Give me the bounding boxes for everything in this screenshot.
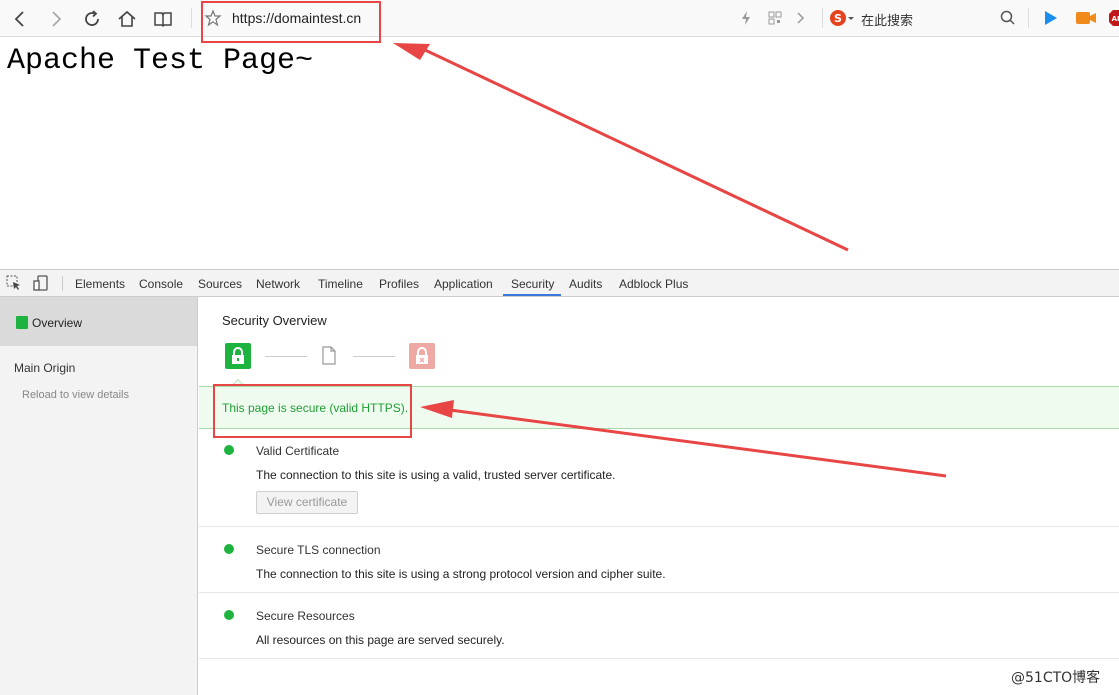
devtools-panel: Elements Console Sources Network Timelin… [0, 269, 1119, 695]
overview-title: Security Overview [222, 313, 327, 328]
adblock-icon[interactable]: AB [1109, 9, 1119, 27]
book-icon [154, 12, 172, 28]
home-button[interactable] [114, 6, 140, 32]
tab-profiles[interactable]: Profiles [379, 277, 419, 291]
secure-lock-icon [225, 343, 251, 369]
forward-button[interactable] [43, 6, 69, 32]
sidebar-item-overview[interactable]: Overview [0, 297, 197, 346]
tab-console[interactable]: Console [139, 277, 183, 291]
search-divider [822, 8, 823, 28]
sidebar-item-label: Overview [32, 316, 83, 330]
tab-timeline[interactable]: Timeline [318, 277, 363, 291]
item-description: The connection to this site is using a s… [256, 567, 666, 581]
search-input[interactable]: 在此搜索 [861, 10, 913, 29]
item-title: Valid Certificate [256, 444, 340, 458]
security-item-resources: Secure Resources All resources on this p… [199, 593, 1119, 659]
connector-line [265, 356, 307, 357]
camera-icon[interactable] [1075, 9, 1097, 27]
connector-line [353, 356, 395, 357]
security-item-tls: Secure TLS connection The connection to … [199, 527, 1119, 593]
inspect-element-icon[interactable] [6, 275, 22, 291]
security-sidebar: Overview Main Origin Reload to view deta… [0, 297, 198, 695]
url-arrow-head [393, 43, 430, 60]
tab-sources[interactable]: Sources [198, 277, 242, 291]
qr-code-icon[interactable] [768, 9, 782, 27]
url-annotation-arrow [424, 48, 849, 252]
reading-mode-button[interactable] [150, 6, 176, 32]
url-annotation-box [201, 1, 381, 43]
site-watermark: @51CTO博客 [1011, 670, 1101, 686]
svg-text:S: S [834, 12, 842, 25]
status-dot [224, 610, 234, 620]
item-description: All resources on this page are served se… [256, 633, 505, 647]
device-mode-icon[interactable] [33, 275, 49, 291]
document-icon [322, 346, 336, 365]
devtools-tab-divider [62, 276, 63, 291]
status-dot [224, 544, 234, 554]
back-button[interactable] [7, 6, 33, 32]
tab-network[interactable]: Network [256, 277, 300, 291]
sidebar-main-origin: Main Origin [14, 361, 76, 375]
toolbar-divider [191, 8, 192, 28]
status-dot [224, 445, 234, 455]
lightning-icon[interactable] [740, 9, 752, 27]
chevron-right-icon[interactable] [795, 9, 805, 27]
item-description: The connection to this site is using a v… [256, 468, 616, 482]
reload-button[interactable] [79, 6, 105, 32]
active-tab-indicator [503, 294, 561, 296]
security-overview-panel: Security Overview This page is secure (v… [199, 297, 1119, 695]
devtools-tab-bar: Elements Console Sources Network Timelin… [0, 270, 1119, 297]
banner-annotation-box [213, 384, 412, 438]
home-icon [118, 10, 136, 27]
search-icon[interactable] [1000, 9, 1016, 27]
tab-adblock-plus[interactable]: Adblock Plus [619, 277, 688, 291]
video-play-icon[interactable] [1043, 9, 1059, 27]
item-title: Secure TLS connection [256, 543, 381, 557]
forward-arrow-icon [52, 11, 62, 27]
sidebar-reload-hint: Reload to view details [22, 389, 130, 401]
svg-text:AB: AB [1112, 15, 1119, 23]
tab-audits[interactable]: Audits [569, 277, 602, 291]
insecure-lock-icon [409, 343, 435, 369]
back-arrow-icon [14, 11, 24, 27]
tab-security[interactable]: Security [511, 277, 554, 291]
view-certificate-button[interactable]: View certificate [256, 491, 358, 514]
security-item-certificate: Valid Certificate The connection to this… [199, 429, 1119, 527]
reload-icon [85, 10, 99, 26]
browser-toolbar: https://domaintest.cn S 在此搜索 AB [0, 0, 1119, 37]
tab-elements[interactable]: Elements [75, 277, 125, 291]
item-title: Secure Resources [256, 609, 355, 623]
tab-application[interactable]: Application [434, 277, 493, 291]
lock-icon [16, 316, 28, 329]
sogou-search-engine-icon[interactable]: S [829, 9, 855, 27]
page-heading: Apache Test Page~ [7, 44, 314, 78]
extensions-divider [1028, 8, 1029, 28]
